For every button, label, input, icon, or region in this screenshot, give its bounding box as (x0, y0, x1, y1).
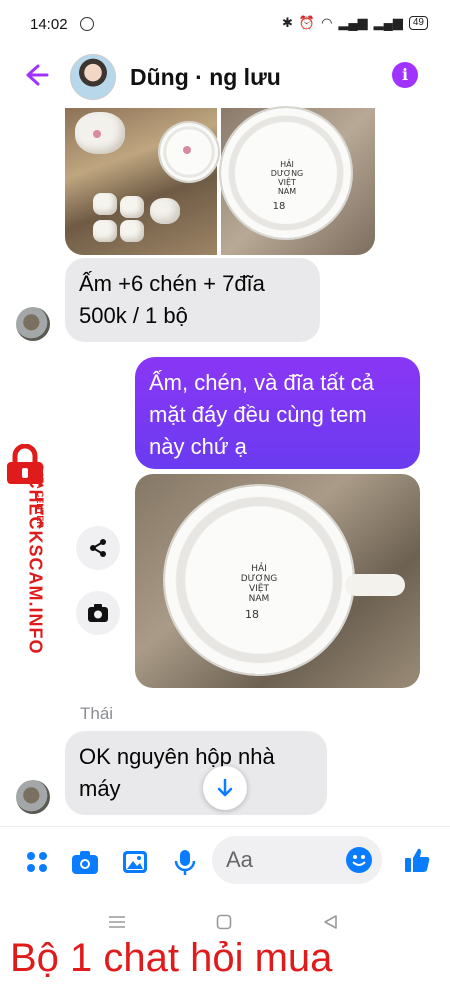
message-bubble-outgoing[interactable]: Ấm, chén, và đĩa tất cả mặt đáy đều cùng… (135, 357, 420, 469)
cup-shape (93, 220, 117, 242)
arrow-down-icon (217, 778, 233, 797)
message-bubble-incoming[interactable]: Ấm +6 chén + 7đĩa 500k / 1 bộ (65, 258, 320, 342)
status-bar: 14:02 ✱ ⏰ ◠ ▂▄▆ ▂▄▆ 49 (0, 0, 450, 52)
cup-shape (93, 193, 117, 215)
home-nav-icon[interactable] (216, 914, 232, 930)
message-text: Ấm +6 chén + 7đĩa 500k / 1 bộ (79, 271, 265, 328)
system-nav-bar (0, 905, 450, 940)
contact-avatar-small[interactable] (16, 307, 50, 341)
message-bubble-incoming[interactable]: OK nguyên hộp nhà máy (65, 731, 327, 815)
alarm-icon: ⏰ (298, 15, 316, 30)
flower-decoration (183, 146, 191, 154)
share-icon (90, 539, 106, 557)
bluetooth-icon: ✱ (282, 15, 293, 30)
cup-bottom-shape: HẢI DƯƠNG VIỆT NAM 18 (165, 486, 353, 674)
factory-stamp: HẢI DƯƠNG VIỆT NAM (227, 564, 291, 604)
stamp-mark: 18 (245, 608, 259, 621)
flower-decoration (93, 130, 101, 138)
stamp-text: VIỆT (249, 584, 269, 594)
caption-text: Bộ 1 chat hỏi mua (10, 936, 333, 980)
wifi-icon: ◠ (321, 15, 333, 30)
cup-shape (120, 196, 144, 218)
status-icons: ✱ ⏰ ◠ ▂▄▆ ▂▄▆ 49 (282, 15, 428, 31)
like-icon[interactable] (402, 845, 432, 875)
contact-name[interactable]: Dũng · ng lưu (130, 64, 281, 91)
stamp-text: HẢI (251, 564, 267, 574)
info-icon[interactable]: i (392, 62, 418, 88)
stamp-text: HẢI (280, 160, 294, 169)
stamp-text: NAM (277, 187, 297, 196)
scroll-down-button[interactable] (203, 766, 247, 810)
save-photo-button[interactable] (76, 591, 120, 635)
signal-icon: ▂▄▆ (338, 15, 368, 30)
cup-shape (120, 220, 144, 242)
back-arrow-icon[interactable] (20, 60, 50, 90)
stamp-text: DƯƠNG (270, 169, 304, 178)
back-nav-icon[interactable] (322, 914, 338, 930)
watermark-text: CHECKSCAM.INFO (25, 475, 46, 655)
stamp-text: DƯƠNG (240, 574, 278, 584)
cup-bottom-photo-outgoing[interactable]: HẢI DƯƠNG VIỆT NAM 18 (135, 474, 420, 688)
cup-bottom-photo[interactable]: HẢI DƯƠNG VIỆT NAM 18 (221, 108, 375, 255)
contact-avatar-small[interactable] (16, 780, 50, 814)
factory-stamp: HẢI DƯƠNG VIỆT NAM (259, 160, 315, 196)
contact-avatar[interactable] (70, 54, 116, 100)
microphone-icon[interactable] (170, 847, 200, 877)
menu-nav-icon[interactable] (108, 915, 126, 929)
cup-bottom-shape: HẢI DƯƠNG VIỆT NAM 18 (221, 108, 351, 238)
stamp-text: VIỆT (278, 178, 296, 187)
teapot-lid-shape (150, 198, 180, 224)
stamp-mark: 18 (272, 201, 286, 212)
share-button[interactable] (76, 526, 120, 570)
sender-name: Thái (80, 704, 114, 723)
gallery-icon[interactable] (120, 847, 150, 877)
camera-icon (88, 604, 108, 622)
teaset-photo[interactable] (65, 108, 218, 255)
battery-icon: 49 (408, 16, 428, 30)
camera-icon[interactable] (70, 847, 100, 877)
cup-handle-shape (345, 574, 405, 596)
apps-grid-icon[interactable] (22, 847, 52, 877)
emoji-icon[interactable] (346, 847, 372, 873)
message-text: Ấm, chén, và đĩa tất cả mặt đáy đều cùng… (149, 370, 375, 459)
stamp-text: NAM (248, 594, 270, 604)
status-time: 14:02 (30, 16, 68, 33)
signal-icon-2: ▂▄▆ (373, 15, 403, 30)
messenger-notification-icon (80, 17, 94, 31)
